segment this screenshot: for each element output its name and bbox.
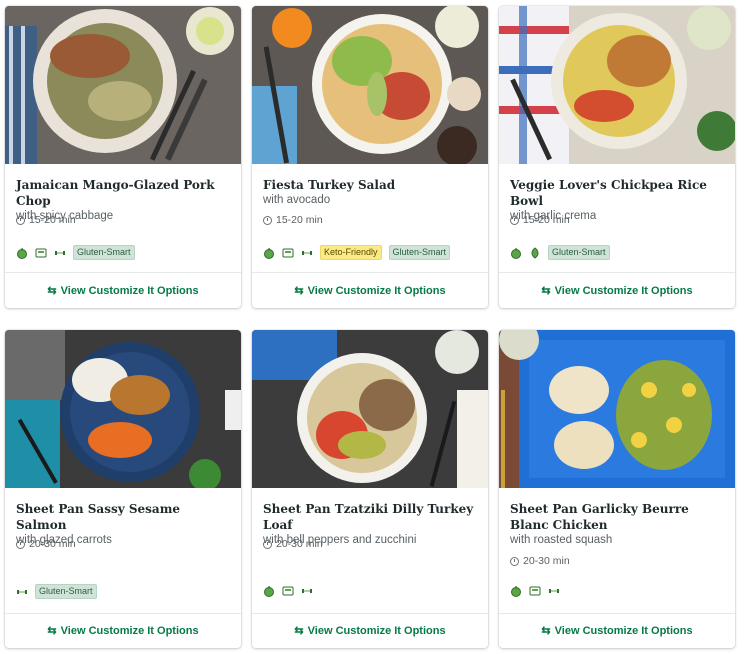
tag-row: Gluten-Smart: [16, 584, 97, 599]
calories-icon: [282, 586, 294, 596]
recipe-photo[interactable]: [499, 330, 735, 488]
clock-icon: [263, 539, 272, 549]
customize-link[interactable]: ⇆ View Customize It Options: [499, 284, 735, 297]
cook-time: 15-20 min: [16, 214, 76, 226]
customize-link[interactable]: ⇆ View Customize It Options: [5, 624, 241, 637]
recipe-subtitle: with roasted squash: [510, 534, 613, 546]
tag-badge: Gluten-Smart: [73, 245, 135, 260]
recipe-card[interactable]: Sheet Pan Garlicky Beurre Blanc Chicken …: [499, 330, 735, 648]
cook-time: 20-30 min: [263, 538, 323, 550]
customize-icon: ⇆: [541, 625, 551, 637]
calories-icon: [35, 248, 47, 257]
tag-badge: Gluten-Smart: [35, 584, 97, 599]
calories-icon: [529, 586, 541, 596]
protein-icon: [302, 250, 312, 255]
recipe-title[interactable]: Sheet Pan Garlicky Beurre Blanc Chicken …: [510, 501, 724, 548]
clock-icon: [16, 539, 25, 549]
recipe-card[interactable]: Sheet Pan Sassy Sesame Salmon with glaze…: [5, 330, 241, 648]
recipe-title[interactable]: Fiesta Turkey Salad with avocado: [263, 177, 477, 208]
protein-icon: [549, 589, 559, 593]
recipe-card[interactable]: Fiesta Turkey Salad with avocado 15-20 m…: [252, 6, 488, 308]
tag-row: Keto-Friendly Gluten-Smart: [263, 245, 451, 260]
recipe-photo[interactable]: [499, 6, 735, 164]
cook-time: 15-20 min: [263, 214, 323, 226]
customize-icon: ⇆: [294, 625, 304, 637]
customize-link[interactable]: ⇆ View Customize It Options: [252, 624, 488, 637]
customize-link[interactable]: ⇆ View Customize It Options: [5, 284, 241, 297]
divider: [252, 613, 488, 614]
cook-time: 15-20 min: [510, 214, 570, 226]
apple-icon: [17, 247, 27, 259]
cook-time: 20-30 min: [16, 538, 76, 550]
customize-link[interactable]: ⇆ View Customize It Options: [252, 284, 488, 297]
divider: [5, 272, 241, 273]
clock-icon: [510, 215, 519, 225]
tag-badge: Gluten-Smart: [388, 245, 451, 260]
apple-icon: [511, 247, 521, 259]
tag-row: Gluten-Smart: [16, 245, 135, 260]
recipe-card[interactable]: Sheet Pan Tzatziki Dilly Turkey Loaf wit…: [252, 330, 488, 648]
leaf-icon: [531, 246, 539, 259]
recipe-subtitle: with avocado: [263, 194, 331, 206]
divider: [5, 613, 241, 614]
divider: [499, 613, 735, 614]
apple-icon: [264, 586, 274, 597]
clock-icon: [263, 215, 272, 225]
recipe-photo[interactable]: [5, 6, 241, 164]
customize-icon: ⇆: [541, 285, 551, 297]
recipe-photo[interactable]: [5, 330, 241, 488]
recipe-photo[interactable]: [252, 6, 488, 164]
protein-icon: [302, 589, 312, 593]
tag-badge: Keto-Friendly: [320, 245, 382, 260]
customize-link[interactable]: ⇆ View Customize It Options: [499, 624, 735, 637]
clock-icon: [16, 215, 25, 225]
divider: [499, 272, 735, 273]
cook-time: 20-30 min: [510, 555, 570, 567]
tag-row: Gluten-Smart: [510, 245, 610, 260]
tag-row: [263, 585, 313, 597]
tag-row: [510, 585, 560, 597]
customize-icon: ⇆: [47, 625, 57, 637]
protein-icon: [17, 589, 27, 594]
calories-icon: [282, 248, 294, 257]
protein-icon: [55, 250, 65, 255]
divider: [252, 272, 488, 273]
recipe-photo[interactable]: [252, 330, 488, 488]
apple-icon: [511, 586, 521, 597]
recipe-card[interactable]: Jamaican Mango-Glazed Pork Chop with spi…: [5, 6, 241, 308]
apple-icon: [264, 247, 274, 259]
recipe-card[interactable]: Veggie Lover's Chickpea Rice Bowl with g…: [499, 6, 735, 308]
clock-icon: [510, 556, 519, 566]
customize-icon: ⇆: [294, 285, 304, 297]
customize-icon: ⇆: [47, 285, 57, 297]
tag-badge: Gluten-Smart: [548, 245, 610, 260]
